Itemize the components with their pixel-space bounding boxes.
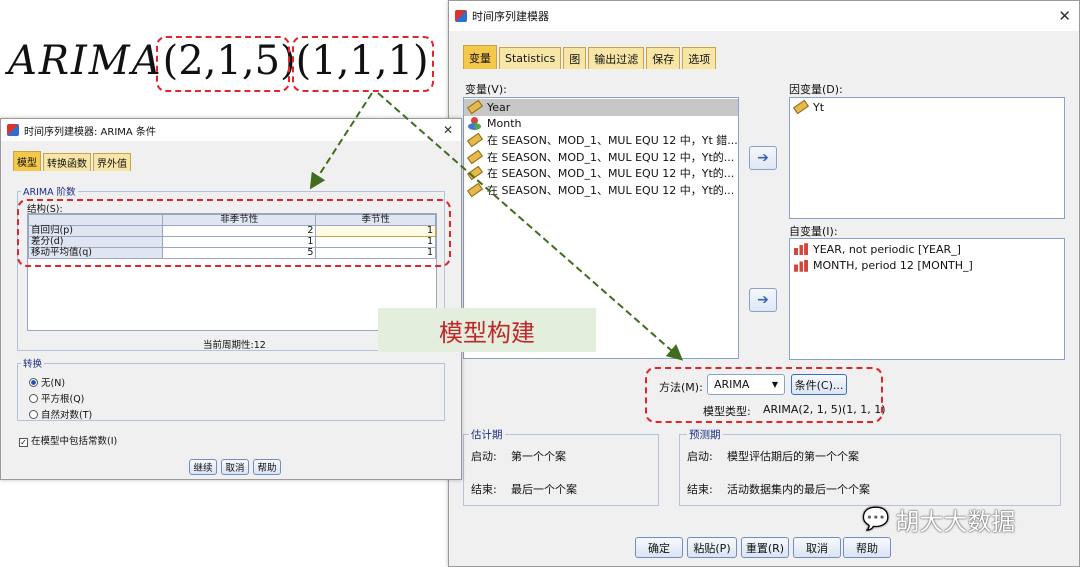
wechat-icon: 💬 — [862, 507, 890, 532]
annotation-arrows — [309, 92, 684, 361]
watermark: 💬 胡大大数据 — [862, 507, 1016, 536]
arrow-to-method-box — [377, 92, 684, 361]
arrow-to-criteria-dialog — [309, 92, 373, 190]
